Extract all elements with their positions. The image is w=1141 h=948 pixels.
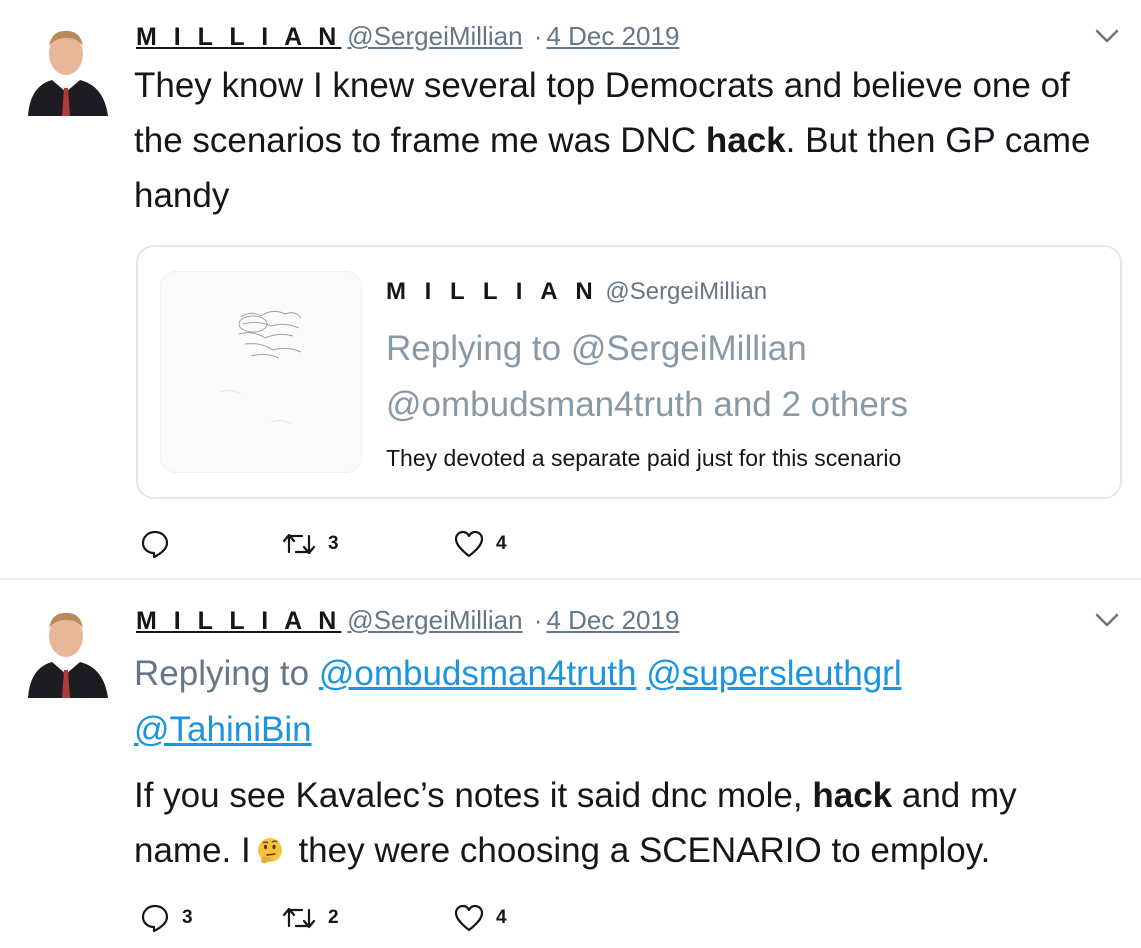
tweet-date[interactable]: 4 Dec 2019 (546, 605, 679, 635)
heart-icon (454, 530, 484, 558)
avatar[interactable] (22, 20, 110, 116)
quoted-author-name: M I L L I A N (386, 278, 599, 305)
tweet[interactable]: M I L L I A N @SergeiMillian · 4 Dec 2019 … (0, 578, 1141, 948)
tweet-date[interactable]: 4 Dec 2019 (546, 21, 679, 51)
quoted-tweet[interactable]: M I L L I A N @SergeiMillian Replying to… (136, 245, 1122, 499)
mention-link[interactable]: @ombudsman4truth (319, 654, 637, 693)
tweet[interactable]: M I L L I A N @SergeiMillian · 4 Dec 2019 … (0, 0, 1141, 578)
author-name[interactable]: M I L L I A N (136, 607, 341, 635)
retweet-icon (282, 533, 316, 555)
retweet-button[interactable]: 3 (282, 528, 339, 560)
retweet-button[interactable]: 2 (282, 902, 339, 934)
quoted-tweet-text: They devoted a separate paid just for th… (386, 445, 902, 471)
quoted-author-handle: @SergeiMillian (605, 278, 768, 305)
replying-to-label: Replying to (134, 654, 310, 693)
reply-icon (141, 530, 169, 559)
quoted-replying-to: Replying to @SergeiMillian @ombudsman4tr… (386, 329, 908, 424)
like-count: 4 (496, 907, 507, 928)
chevron-down-icon[interactable] (1093, 610, 1121, 630)
tweet-header: M I L L I A N @SergeiMillian · 4 Dec 2019 (136, 20, 679, 53)
like-button[interactable]: 4 (454, 528, 507, 560)
mention-link[interactable]: @TahiniBin (134, 710, 312, 749)
reply-button[interactable]: 3 (140, 902, 193, 934)
quoted-tweet-image[interactable] (160, 271, 362, 473)
heart-icon (454, 904, 484, 932)
retweet-icon (282, 907, 316, 929)
avatar[interactable] (22, 602, 110, 698)
tweet-header: M I L L I A N @SergeiMillian · 4 Dec 2019 (136, 604, 679, 637)
separator: · (533, 605, 543, 635)
mention-link[interactable]: @supersleuthgrl (646, 654, 901, 693)
reply-count: 3 (182, 907, 193, 928)
retweet-count: 2 (328, 907, 339, 928)
handwritten-note-image (220, 310, 302, 425)
author-handle[interactable]: @SergeiMillian (347, 605, 522, 635)
quoted-author[interactable]: M I L L I A N @SergeiMillian (386, 277, 767, 307)
author-handle[interactable]: @SergeiMillian (347, 21, 522, 51)
author-name[interactable]: M I L L I A N (136, 23, 341, 51)
separator: · (533, 21, 543, 51)
reply-button[interactable] (140, 528, 182, 560)
reply-icon (141, 904, 169, 933)
tweet-text: If you see Kavalec’s notes it said dnc m… (134, 776, 1017, 870)
thinking-face-emoji (257, 838, 282, 864)
bold-keyword: hack (812, 776, 893, 815)
chevron-down-icon[interactable] (1093, 26, 1121, 46)
bold-keyword: hack (705, 121, 786, 160)
like-button[interactable]: 4 (454, 902, 507, 934)
like-count: 4 (496, 533, 507, 554)
replying-to: Replying to @ombudsman4truth @supersleut… (134, 646, 1094, 758)
tweet-text: They know I knew several top Democrats a… (134, 66, 1091, 215)
retweet-count: 3 (328, 533, 339, 554)
